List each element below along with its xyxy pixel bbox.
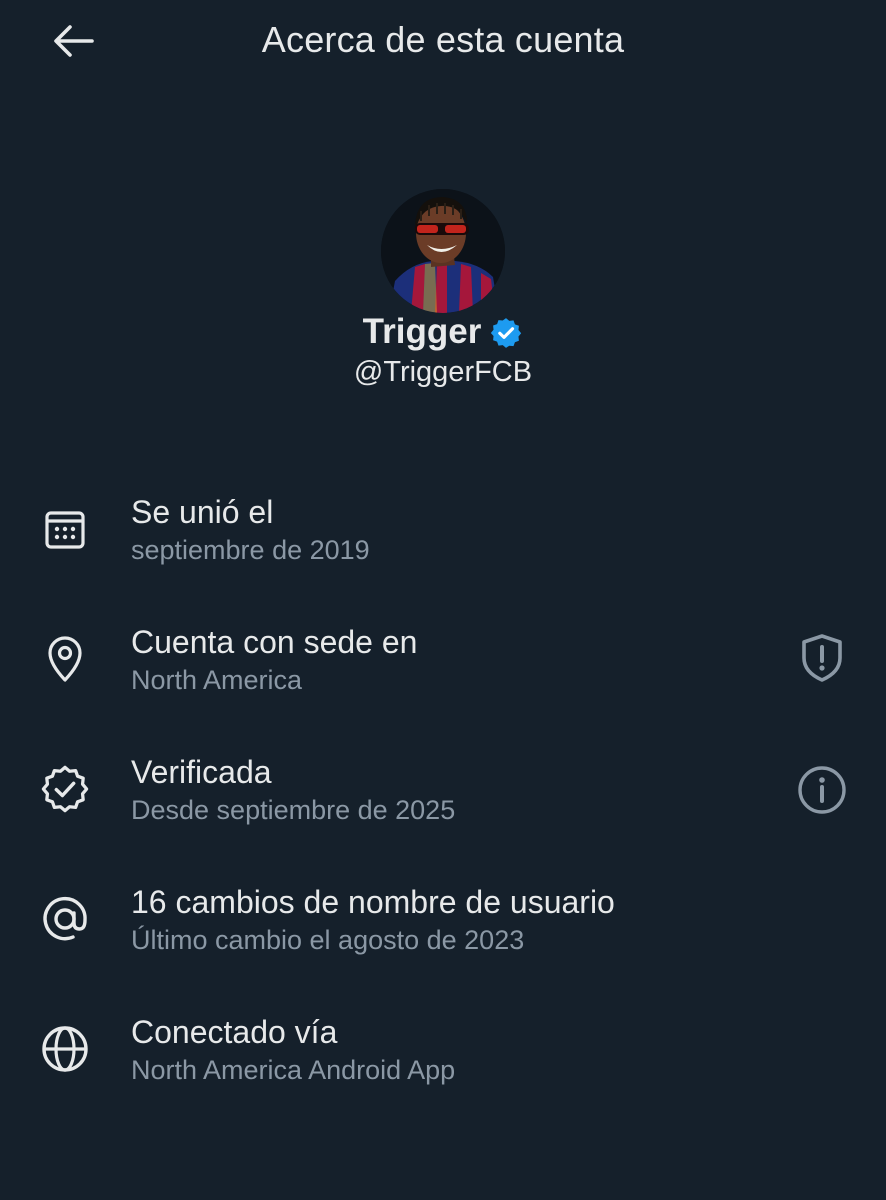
avatar[interactable] <box>381 189 505 313</box>
info-item-location: Cuenta con sede en North America <box>0 620 886 720</box>
info-title: Se unió el <box>131 494 274 530</box>
info-title: Conectado vía <box>131 1014 338 1050</box>
at-sign-icon <box>36 890 94 948</box>
info-title: Cuenta con sede en <box>131 624 418 660</box>
info-subtitle: septiembre de 2019 <box>131 535 370 565</box>
info-item-username-changes: 16 cambios de nombre de usuario Último c… <box>0 880 886 980</box>
top-app-bar: Acerca de esta cuenta <box>0 0 886 84</box>
info-subtitle: Desde septiembre de 2025 <box>131 795 456 825</box>
info-item-verified: Verificada Desde septiembre de 2025 <box>0 750 886 850</box>
info-subtitle: North America Android App <box>131 1055 456 1085</box>
verified-info-button[interactable] <box>792 760 852 820</box>
verified-badge-icon <box>489 316 523 350</box>
info-title: Verificada <box>131 754 272 790</box>
globe-icon <box>36 1020 94 1078</box>
user-handle: @TriggerFCB <box>353 356 533 388</box>
profile-photo <box>381 189 505 313</box>
info-title: 16 cambios de nombre de usuario <box>131 884 615 920</box>
shield-alert-button[interactable] <box>792 628 852 688</box>
display-name: Trigger <box>362 312 482 351</box>
shield-alert-icon <box>802 634 842 682</box>
info-item-connected: Conectado vía North America Android App <box>0 1010 886 1110</box>
info-subtitle: Último cambio el agosto de 2023 <box>131 925 525 955</box>
profile-name-row: Trigger <box>0 312 886 352</box>
page-title: Acerca de esta cuenta <box>261 19 625 60</box>
calendar-icon <box>36 500 94 558</box>
info-subtitle: North America <box>131 665 303 695</box>
info-icon <box>798 766 846 814</box>
info-item-joined: Se unió el septiembre de 2019 <box>0 490 886 590</box>
location-pin-icon <box>36 630 94 688</box>
verified-check-icon <box>36 760 94 818</box>
